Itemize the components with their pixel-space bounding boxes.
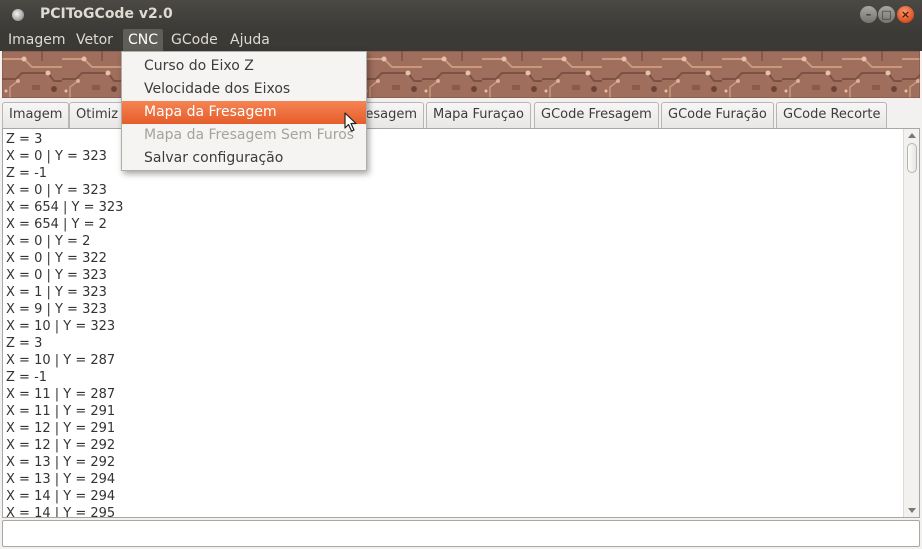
vertical-scrollbar[interactable]: [903, 129, 919, 517]
menu-gcode[interactable]: GCode: [166, 29, 223, 51]
output-line: X = 12 | Y = 291: [6, 421, 116, 436]
menu-item-curso-eixo-z[interactable]: Curso do Eixo Z: [122, 55, 366, 78]
output-lines: Z = 3 X = 0 | Y = 323 Z = -1 X = 0 | Y = 32…: [6, 131, 124, 518]
output-line: X = 10 | Y = 323: [6, 319, 116, 334]
output-line: X = 14 | Y = 294: [6, 489, 116, 504]
close-icon[interactable]: ×: [897, 6, 914, 23]
title-bar[interactable]: PCIToGCode v2.0 – □ ×: [0, 0, 922, 29]
output-line: X = 13 | Y = 292: [6, 455, 116, 470]
application-window: PCIToGCode v2.0 – □ × Imagem Vetor CNC G…: [0, 0, 922, 549]
output-line: X = 654 | Y = 2: [6, 217, 107, 232]
output-line: X = 0 | Y = 2: [6, 234, 91, 249]
maximize-icon[interactable]: □: [878, 6, 895, 23]
output-line: X = 14 | Y = 295: [6, 506, 116, 518]
output-line: X = 10 | Y = 287: [6, 353, 116, 368]
output-line: Z = 3: [6, 132, 43, 147]
scroll-down-icon[interactable]: [908, 508, 916, 513]
tab-gcode-fresagem[interactable]: GCode Fresagem: [534, 102, 659, 128]
tab-gcode-recorte[interactable]: GCode Recorte: [776, 102, 888, 128]
menu-item-mapa-fresagem-sem-furos: Mapa da Fresagem Sem Furos: [144, 127, 355, 143]
cnc-dropdown-menu: Curso do Eixo Z Velocidade dos Eixos Map…: [121, 51, 367, 171]
menu-item-velocidade-eixos[interactable]: Velocidade dos Eixos: [122, 78, 366, 101]
scroll-thumb[interactable]: [907, 143, 917, 173]
menu-item-mapa-fresagem[interactable]: Mapa da Fresagem: [122, 101, 366, 124]
output-line: X = 11 | Y = 287: [6, 387, 116, 402]
output-line: X = 0 | Y = 323: [6, 149, 107, 164]
output-line: X = 0 | Y = 322: [6, 251, 107, 266]
output-line: X = 11 | Y = 291: [6, 404, 116, 419]
window-title: PCIToGCode v2.0: [40, 6, 173, 22]
output-line: Z = -1: [6, 370, 48, 385]
minimize-icon[interactable]: –: [860, 6, 877, 23]
menu-item-salvar-configuracao[interactable]: Salvar configuração: [122, 147, 366, 170]
tab-otimizacao[interactable]: Otimiz: [69, 102, 125, 128]
menu-imagem[interactable]: Imagem: [3, 29, 70, 51]
menu-bar: Imagem Vetor CNC GCode Ajuda: [0, 29, 922, 51]
gcode-output-textarea[interactable]: Z = 3 X = 0 | Y = 323 Z = -1 X = 0 | Y = 32…: [2, 128, 920, 518]
menu-vetor[interactable]: Vetor: [71, 29, 118, 51]
scroll-up-icon[interactable]: [908, 133, 916, 138]
status-field[interactable]: [2, 520, 920, 547]
output-line: X = 0 | Y = 323: [6, 183, 107, 198]
tab-mapa-furacao[interactable]: Mapa Furaçao: [426, 102, 531, 128]
menu-cnc[interactable]: CNC: [123, 29, 164, 51]
output-line: X = 1 | Y = 323: [6, 285, 107, 300]
tab-gcode-furacao[interactable]: GCode Furação: [661, 102, 774, 128]
menu-ajuda[interactable]: Ajuda: [225, 29, 275, 51]
output-line: Z = 3: [6, 336, 43, 351]
output-line: X = 9 | Y = 323: [6, 302, 107, 317]
tab-imagem[interactable]: Imagem: [2, 102, 70, 128]
output-line: X = 12 | Y = 292: [6, 438, 116, 453]
output-line: X = 13 | Y = 294: [6, 472, 116, 487]
app-icon: [12, 9, 24, 21]
output-line: X = 654 | Y = 323: [6, 200, 124, 215]
output-line: Z = -1: [6, 166, 48, 181]
mouse-pointer-icon: [344, 112, 357, 132]
output-line: X = 0 | Y = 323: [6, 268, 107, 283]
